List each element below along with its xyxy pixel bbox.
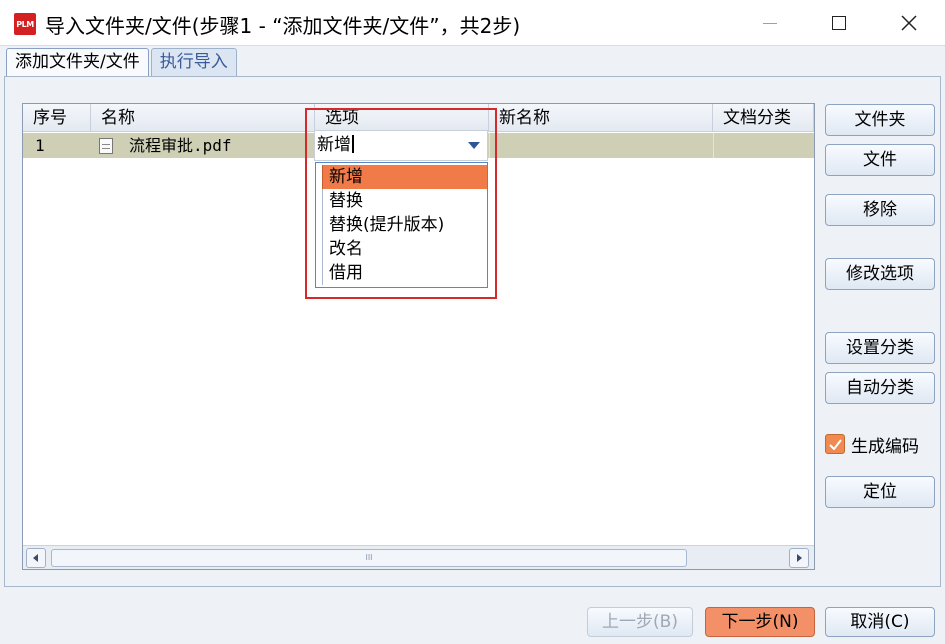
close-button[interactable] <box>874 0 944 46</box>
previous-step-button[interactable]: 上一步(B) <box>587 607 693 637</box>
annotation-highlight-box <box>305 108 497 299</box>
generate-code-label: 生成编码 <box>851 436 919 457</box>
add-file-button[interactable]: 文件 <box>825 144 935 176</box>
remove-button[interactable]: 移除 <box>825 194 935 226</box>
locate-button[interactable]: 定位 <box>825 476 935 508</box>
minimize-button[interactable] <box>735 0 805 46</box>
generate-code-checkbox[interactable] <box>825 434 845 454</box>
set-category-button[interactable]: 设置分类 <box>825 332 935 364</box>
plm-app-icon: PLM <box>14 13 36 35</box>
close-icon <box>901 15 917 31</box>
minimize-icon <box>763 22 777 24</box>
arrow-left-icon <box>33 554 38 562</box>
auto-category-button[interactable]: 自动分类 <box>825 372 935 404</box>
row-new-name <box>489 133 713 158</box>
scroll-left-button[interactable] <box>26 548 46 568</box>
row-file-name: 流程审批.pdf <box>91 133 315 158</box>
title-bar: PLM 导入文件夹/文件(步骤1 - “添加文件夹/文件”，共2步) <box>0 0 945 46</box>
maximize-icon <box>832 16 846 30</box>
generate-code-checkbox-row[interactable]: 生成编码 <box>825 432 919 457</box>
cancel-button[interactable]: 取消(C) <box>825 607 935 637</box>
row-doc-category <box>713 133 814 158</box>
add-folder-button[interactable]: 文件夹 <box>825 104 935 136</box>
row-index: 1 <box>35 136 45 155</box>
tab-bar: 添加文件夹/文件 执行导入 <box>6 48 239 77</box>
arrow-right-icon <box>797 554 802 562</box>
modify-option-button[interactable]: 修改选项 <box>825 258 935 290</box>
window-title: 导入文件夹/文件(步骤1 - “添加文件夹/文件”，共2步) <box>45 14 521 38</box>
column-header-new-name[interactable]: 新名称 <box>489 104 713 132</box>
next-step-button[interactable]: 下一步(N) <box>705 607 815 637</box>
document-icon <box>99 138 113 154</box>
column-header-index[interactable]: 序号 <box>23 104 91 132</box>
checkmark-icon <box>828 438 842 450</box>
column-header-name[interactable]: 名称 <box>91 104 315 132</box>
tab-execute-import[interactable]: 执行导入 <box>150 48 237 76</box>
scroll-thumb[interactable]: III <box>51 549 687 567</box>
scroll-right-button[interactable] <box>789 548 809 568</box>
tab-add-folder-file[interactable]: 添加文件夹/文件 <box>6 48 149 77</box>
column-header-doc-category[interactable]: 文档分类 <box>713 104 814 132</box>
file-name-text: 流程审批.pdf <box>129 136 232 155</box>
horizontal-scrollbar[interactable]: III <box>23 545 814 569</box>
maximize-button[interactable] <box>804 0 874 46</box>
